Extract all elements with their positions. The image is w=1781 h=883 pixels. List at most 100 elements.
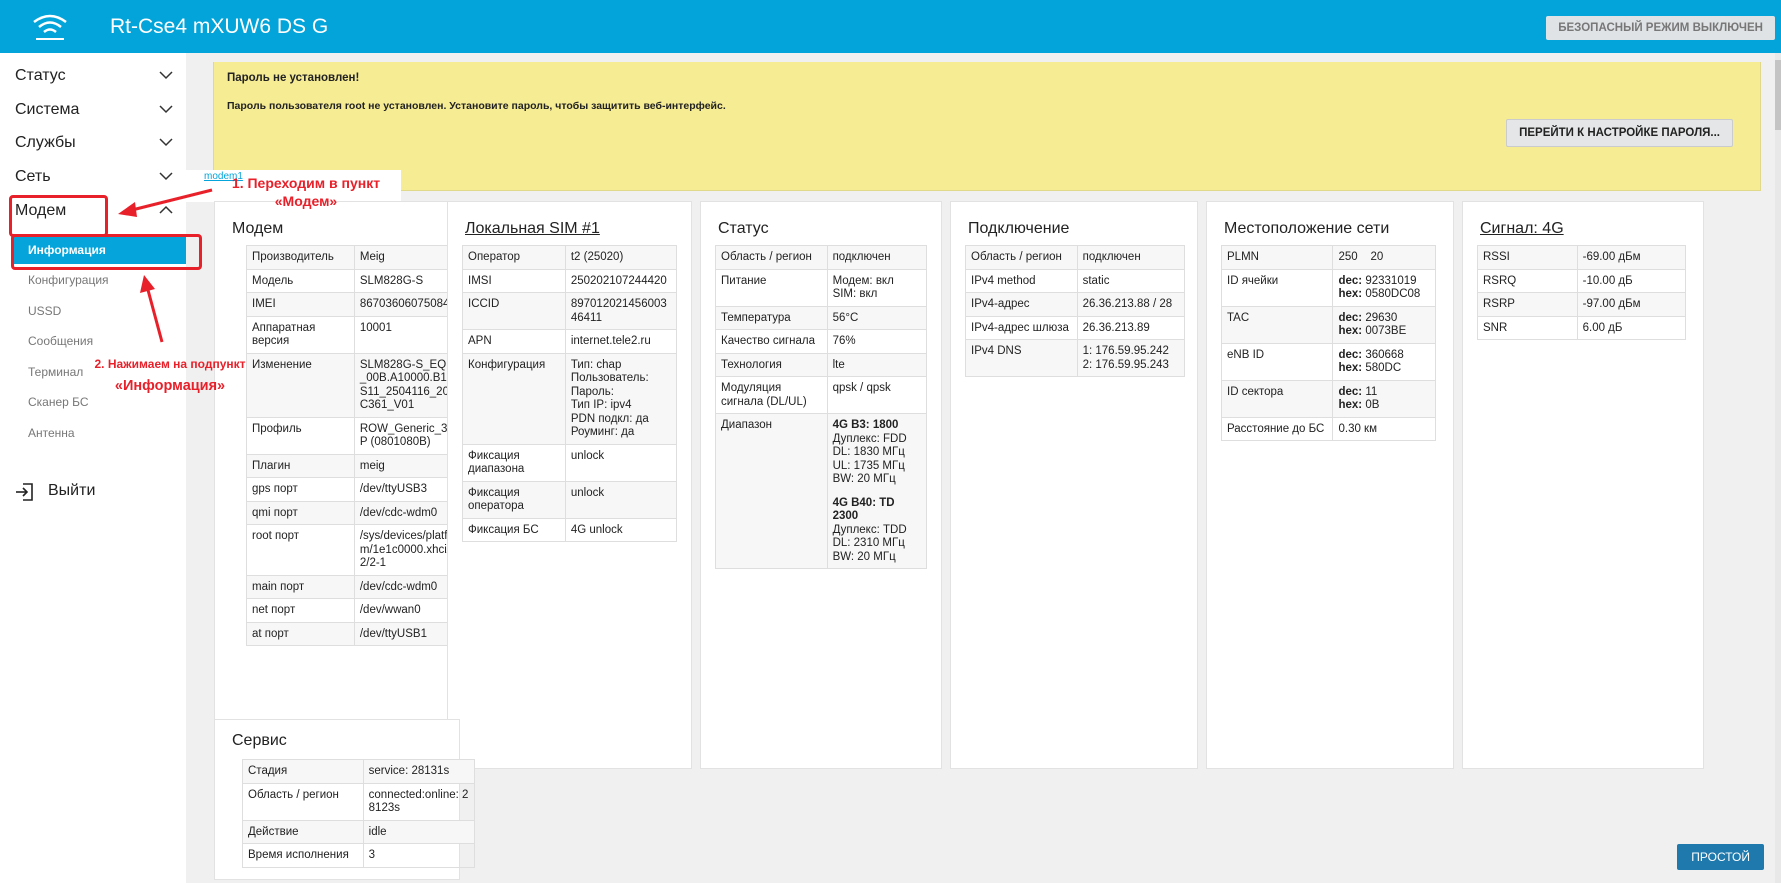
goto-password-button[interactable]: ПЕРЕЙТИ К НАСТРОЙКЕ ПАРОЛЯ... xyxy=(1506,119,1733,147)
table-row: IPv4-адрес шлюза 26.36.213.89 xyxy=(965,315,1186,340)
chevron-down-icon xyxy=(157,68,175,82)
row-label: Аппаратная версия xyxy=(246,315,355,354)
row-value: dec: 29630 hex: 0073BE xyxy=(1332,305,1436,344)
row-value: Тип: chap Пользователь: Пароль: Тип IP: … xyxy=(564,352,678,445)
chevron-up-icon xyxy=(157,203,175,217)
sidebar-item-network[interactable]: Сеть xyxy=(15,164,175,192)
row-value: 3 xyxy=(362,843,476,868)
row-label: Плагин xyxy=(246,453,355,478)
hex-value: 0B xyxy=(1365,399,1380,411)
table-row: gps порт/dev/ttyUSB3 xyxy=(246,477,476,502)
row-label: Фиксация БС xyxy=(462,517,566,542)
sidebar-subitem-config[interactable]: Конфигурация xyxy=(0,266,186,294)
row-label: Область / регион xyxy=(715,245,828,270)
table-row: Оператор t2 (25020) xyxy=(462,245,678,270)
sidebar-subitem-messages[interactable]: Сообщения xyxy=(0,327,186,355)
table-row: RSRQ -10.00 дБ xyxy=(1477,268,1687,293)
table-row: PLMN 250 20 xyxy=(1220,245,1436,270)
card-title-link[interactable]: Локальная SIM #1 xyxy=(465,220,600,238)
sidebar-subitem-ussd[interactable]: USSD xyxy=(0,297,186,325)
hex-label: hex: xyxy=(1338,288,1363,300)
row-value: 0.30 км xyxy=(1332,416,1436,441)
sidebar-item-system[interactable]: Система xyxy=(15,97,175,125)
row-value: Модем: вкл SIM: вкл xyxy=(826,268,928,307)
band-name: 4G B40: TD 2300 xyxy=(832,496,895,523)
row-value: connected:online: 28123s xyxy=(362,782,476,821)
table-row: IMSI 250202107244420 xyxy=(462,268,678,293)
row-value: -69.00 дБм xyxy=(1576,245,1687,270)
logout-icon xyxy=(15,482,35,502)
row-value: 250202107244420 xyxy=(564,268,678,293)
table-row: RSSI -69.00 дБм xyxy=(1477,245,1687,270)
safe-mode-button[interactable]: БЕЗОПАСНЫЙ РЕЖИМ ВЫКЛЮЧЕН xyxy=(1546,16,1775,40)
dec-value: 11 xyxy=(1365,385,1378,398)
row-value: unlock xyxy=(564,443,678,482)
row-label: Питание xyxy=(715,268,828,307)
row-value: -10.00 дБ xyxy=(1576,268,1687,293)
row-label: Конфигурация xyxy=(462,352,566,445)
card-location: Местоположение сети PLMN 250 20 ID ячейки d… xyxy=(1206,201,1454,769)
location-table: PLMN 250 20 ID ячейки dec: 92331019 hex: 058… xyxy=(1220,245,1436,441)
sidebar-subitem-antenna[interactable]: Антенна xyxy=(0,419,186,447)
row-value: подключен xyxy=(1076,245,1186,270)
row-label: Время исполнения xyxy=(242,843,364,868)
hex-value: 0580DC08 xyxy=(1365,288,1421,300)
card-title: Сервис xyxy=(232,732,287,749)
band-name: 4G B3: 1800 xyxy=(832,419,899,431)
annotation-step2: 2. Нажимаем на подпункт «Информация» xyxy=(94,357,246,394)
row-label: Фиксация диапазона xyxy=(462,443,566,482)
row-label: Модель xyxy=(246,268,355,293)
row-label: Температура xyxy=(715,305,828,330)
row-label: IPv4-адрес шлюза xyxy=(965,315,1078,340)
table-row: TAC dec: 29630 hex: 0073BE xyxy=(1220,305,1436,344)
wifi-icon[interactable] xyxy=(30,12,70,42)
table-row: Производитель Meig xyxy=(246,245,476,270)
sidebar-item-services[interactable]: Службы xyxy=(15,130,175,158)
card-title: Подключение xyxy=(968,220,1070,237)
row-value: 56°C xyxy=(826,305,928,330)
table-row: eNB ID dec: 360668 hex: 580DC xyxy=(1220,342,1436,381)
row-value: idle xyxy=(362,819,476,844)
dec-label: dec: xyxy=(1338,274,1363,287)
row-value: internet.tele2.ru xyxy=(564,329,678,354)
row-label: IPv4 DNS xyxy=(965,339,1078,377)
sim-table: Оператор t2 (25020) IMSI 250202107244420 ICC… xyxy=(462,245,678,542)
table-row: Модель SLM828G-S xyxy=(246,268,476,293)
row-label: APN xyxy=(462,329,566,354)
row-label: qmi порт xyxy=(246,500,355,525)
annotation-highlight-modem xyxy=(9,195,108,237)
table-row: Фиксация диапазона unlock xyxy=(462,443,678,482)
table-row: ID сектора dec: 11 hex: 0B xyxy=(1220,379,1436,418)
table-row: at порт/dev/ttyUSB1 xyxy=(246,621,476,646)
card-title-link[interactable]: Сигнал: 4G xyxy=(1480,220,1564,238)
sidebar-item-status[interactable]: Статус xyxy=(15,63,175,91)
band-details: Дуплекс: TDD DL: 2310 МГц BW: 20 МГц xyxy=(832,523,907,563)
table-row: root порт/sys/devices/platform/1e1c0000.… xyxy=(246,524,476,576)
table-row: RSRP -97.00 дБм xyxy=(1477,292,1687,317)
table-row: IPv4 method static xyxy=(965,268,1186,293)
simple-mode-button[interactable]: ПРОСТОЙ xyxy=(1677,844,1764,870)
table-row: qmi порт/dev/cdc-wdm0 xyxy=(246,500,476,525)
hex-label: hex: xyxy=(1338,325,1363,337)
row-label: Расстояние до БС xyxy=(1220,416,1334,441)
table-row: Технология lte xyxy=(715,352,928,377)
dec-label: dec: xyxy=(1338,311,1363,324)
scrollbar[interactable] xyxy=(1775,53,1781,883)
hex-label: hex: xyxy=(1338,399,1363,411)
row-value: t2 (25020) xyxy=(564,245,678,270)
chevron-down-icon xyxy=(157,102,175,116)
row-value: 1: 176.59.95.242 2: 176.59.95.243 xyxy=(1076,339,1186,377)
table-row: main порт/dev/cdc-wdm0 xyxy=(246,574,476,599)
row-label: Технология xyxy=(715,352,828,377)
row-label: IPv4 method xyxy=(965,268,1078,293)
row-value: 6.00 дБ xyxy=(1576,315,1687,340)
row-label: ID сектора xyxy=(1220,379,1334,418)
table-row: Качество сигнала 76% xyxy=(715,329,928,354)
table-row: net порт/dev/wwan0 xyxy=(246,598,476,623)
scrollbar-thumb[interactable] xyxy=(1775,60,1781,130)
table-row: Стадия service: 28131s xyxy=(242,759,476,784)
row-label: Производитель xyxy=(246,245,355,270)
row-label: Профиль xyxy=(246,416,355,455)
card-status: Статус Область / регион подключен Питание М… xyxy=(700,201,942,769)
sidebar: Статус Система Службы Сеть Модем Информа… xyxy=(0,53,186,883)
